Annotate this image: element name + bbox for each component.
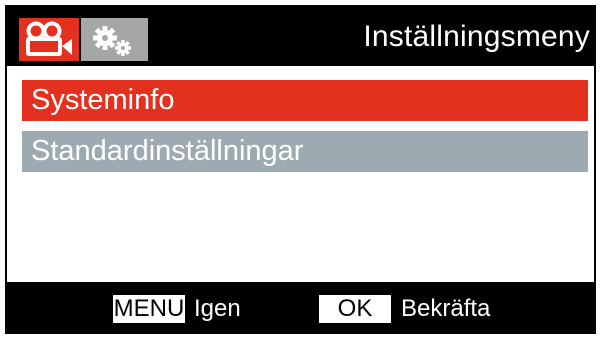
tab-video[interactable] xyxy=(19,18,79,61)
page-title: Inställningsmeny xyxy=(363,20,590,53)
footer-bar: MENU Igen OK Bekräfta xyxy=(5,282,596,334)
ok-key[interactable]: OK xyxy=(319,295,391,323)
video-camera-icon xyxy=(26,21,72,56)
settings-screen: Inställningsmeny Systeminfo Standardinst… xyxy=(0,0,601,339)
tab-settings[interactable] xyxy=(81,18,148,61)
menu-item-systeminfo[interactable]: Systeminfo xyxy=(22,80,588,121)
menu-key[interactable]: MENU xyxy=(113,295,185,323)
confirm-label: Bekräfta xyxy=(401,295,491,322)
gears-icon xyxy=(93,26,131,56)
menu-list: Systeminfo Standardinställningar xyxy=(5,66,596,282)
back-label: Igen xyxy=(194,295,241,322)
menu-item-default-settings[interactable]: Standardinställningar xyxy=(22,131,588,172)
header-bar: Inställningsmeny xyxy=(5,5,596,66)
